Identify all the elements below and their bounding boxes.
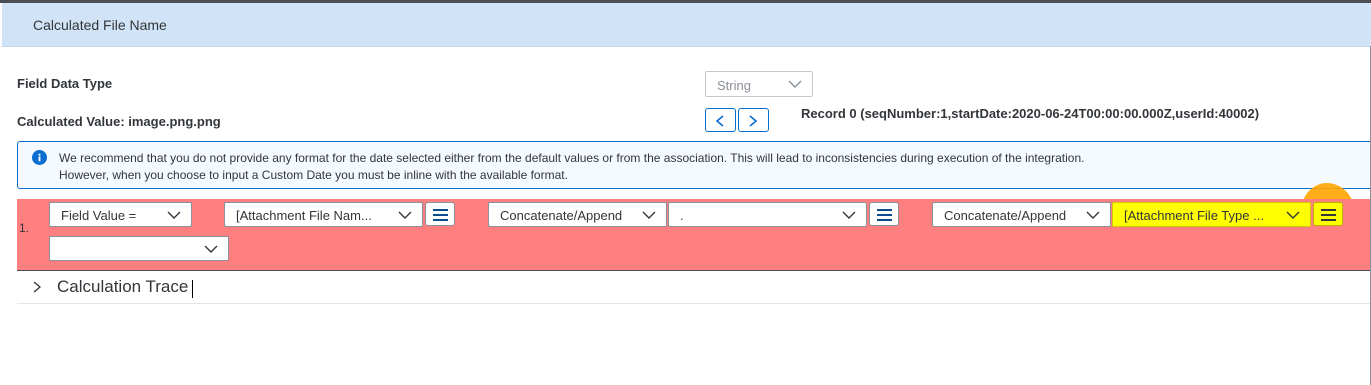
- operand-2-select[interactable]: .: [668, 202, 867, 227]
- operator-2-value: Concatenate/Append: [944, 208, 1067, 223]
- chevron-down-icon: [398, 211, 412, 219]
- field-data-type-label: Field Data Type: [17, 76, 113, 91]
- text-cursor: [192, 280, 193, 298]
- record-info: Record 0 (seqNumber:1,startDate:2020-06-…: [801, 106, 1260, 121]
- calculation-trace-panel[interactable]: Calculation Trace: [17, 271, 1371, 304]
- field-value-operator-value: Field Value =: [61, 208, 137, 223]
- info-line-1: We recommend that you do not provide any…: [59, 151, 1085, 165]
- dialog-title: Calculated File Name: [33, 17, 167, 33]
- chevron-down-icon: [788, 80, 802, 88]
- operand-1-value: [Attachment File Nam...: [236, 208, 372, 223]
- chevron-left-icon: [716, 115, 724, 127]
- operand-1-select[interactable]: [Attachment File Nam...: [224, 202, 423, 227]
- field-value-operator-select[interactable]: Field Value =: [49, 202, 192, 227]
- operand-4-select[interactable]: [49, 236, 229, 261]
- next-record-button[interactable]: [738, 108, 769, 132]
- menu-icon: [1321, 209, 1336, 221]
- chevron-down-icon: [1086, 211, 1100, 219]
- operand-3-menu-button[interactable]: [1313, 202, 1343, 226]
- dialog-header: Calculated File Name: [2, 3, 1371, 47]
- operand-3-select[interactable]: [Attachment File Type ...: [1112, 202, 1311, 227]
- calculation-trace-label: Calculation Trace: [57, 277, 189, 296]
- operand-2-menu-button[interactable]: [869, 202, 899, 226]
- chevron-down-icon: [842, 211, 856, 219]
- operator-1-select[interactable]: Concatenate/Append: [488, 202, 667, 227]
- field-data-type-select[interactable]: String: [705, 71, 813, 97]
- info-message-strip: We recommend that you do not provide any…: [17, 141, 1371, 189]
- menu-icon: [433, 209, 448, 221]
- menu-icon: [877, 209, 892, 221]
- operand-3-value: [Attachment File Type ...: [1124, 208, 1264, 223]
- calculated-value-label: Calculated Value: image.png.png: [17, 114, 221, 129]
- chevron-down-icon: [167, 211, 181, 219]
- info-icon: [32, 150, 47, 165]
- chevron-down-icon: [204, 245, 218, 253]
- operator-2-select[interactable]: Concatenate/Append: [932, 202, 1111, 227]
- operator-1-value: Concatenate/Append: [500, 208, 623, 223]
- previous-record-button[interactable]: [705, 108, 736, 132]
- chevron-down-icon: [642, 211, 656, 219]
- chevron-right-icon: [749, 115, 757, 127]
- chevron-right-icon[interactable]: [33, 281, 41, 293]
- operand-1-menu-button[interactable]: [425, 202, 455, 226]
- chevron-down-icon: [1286, 211, 1300, 219]
- info-message-text: We recommend that you do not provide any…: [59, 150, 1084, 184]
- info-line-2: However, when you choose to input a Cust…: [59, 168, 568, 182]
- field-data-type-value: String: [717, 78, 751, 93]
- formula-row: 1. Field Value = [Attachment File Nam...…: [17, 199, 1371, 271]
- row-number: 1.: [19, 221, 30, 235]
- operand-2-value: .: [680, 208, 684, 223]
